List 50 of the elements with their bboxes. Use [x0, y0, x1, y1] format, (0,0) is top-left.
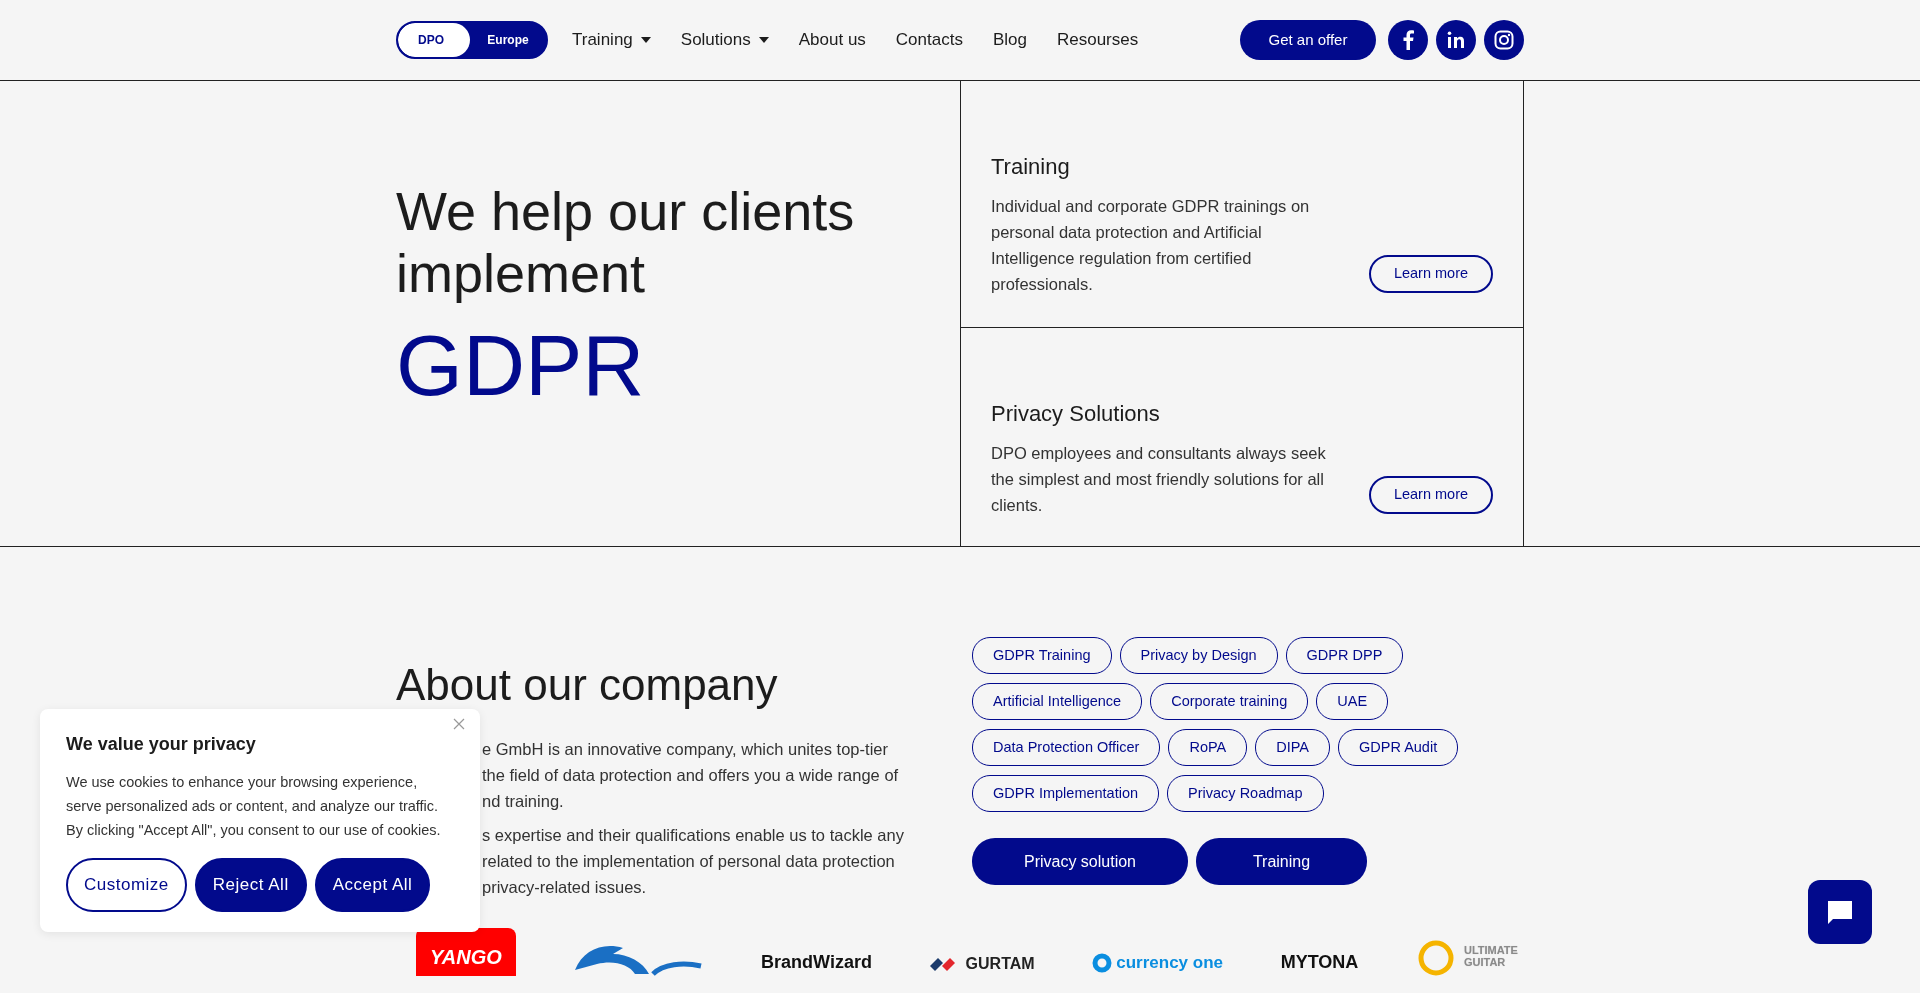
nav-link[interactable]: About us — [798, 27, 866, 53]
card-title: Training — [991, 153, 1071, 181]
hero-highlight: GDPR — [396, 321, 646, 408]
tag-link[interactable]: RoPA — [1168, 729, 1248, 766]
card-description: DPO employees and consultants always seek the simplest and most friendly solutions for all clients. — [991, 443, 1327, 516]
brand-logo: ULTIMATE GUITAR — [1415, 935, 1524, 976]
paragraph-text: e GmbH is an innovative company, which unites top-tier the field of data protection and offers you a wide range of nd training. — [482, 738, 899, 812]
tag-link[interactable]: DIPA — [1255, 729, 1330, 766]
brand-logo: BrandWizard — [761, 950, 872, 974]
consent-button[interactable]: Customize — [66, 858, 187, 912]
brand-logo: MYTONA — [1280, 950, 1359, 974]
tag-link[interactable]: GDPR Implementation — [972, 775, 1160, 812]
nav-link[interactable]: Blog — [992, 27, 1027, 53]
tag-link[interactable]: GDPR DPP — [1285, 637, 1404, 674]
nav-link[interactable]: Training — [572, 27, 651, 53]
chat-button[interactable] — [1808, 880, 1872, 944]
brand-logo: GURTAM — [929, 951, 1035, 976]
paragraph-text: s expertise and their qualifications enable us to tackle any related to the implementation of personal data protection privacy-related issues. — [482, 824, 904, 898]
instagram-icon[interactable] — [1484, 20, 1524, 60]
learn-more-button[interactable]: Learn more — [1369, 255, 1493, 293]
consent-button[interactable]: Reject All — [194, 858, 307, 912]
site-logo[interactable]: DPO Europe — [396, 21, 548, 59]
linkedin-icon[interactable] — [1436, 20, 1476, 60]
nav-link[interactable]: Contacts — [895, 27, 963, 53]
learn-more-button[interactable]: Learn more — [1369, 476, 1493, 514]
action-button[interactable]: Training — [1196, 838, 1367, 885]
banner-text: We use cookies to enhance your browsing experience, serve personalized ads or content, and analyze our traffic. By clicking "Accept All", you consent to our use of cookies. — [66, 773, 442, 840]
card-title: Privacy Solutions — [991, 400, 1161, 428]
tag-link[interactable]: GDPR Training — [972, 637, 1112, 674]
tag-link[interactable]: Data Protection Officer — [972, 729, 1161, 766]
action-button[interactable]: Privacy solution — [972, 838, 1188, 885]
facebook-icon[interactable] — [1388, 20, 1428, 60]
tag-link[interactable]: UAE — [1316, 683, 1389, 720]
tag-link[interactable]: Privacy Roadmap — [1167, 775, 1324, 812]
brand-logo: currency one — [1092, 950, 1223, 976]
card-description: Individual and corporate GDPR trainings on personal data protection and Artificial Intelligence regulation from certified professionals. — [991, 196, 1311, 295]
nav-link[interactable]: Resourses — [1056, 27, 1139, 53]
consent-button[interactable]: Accept All — [314, 858, 431, 912]
brand-logo: YANGO — [416, 927, 516, 976]
banner-title: We value your privacy — [66, 733, 257, 756]
nav-link[interactable]: Solutions — [680, 27, 769, 53]
get-offer-button[interactable]: Get an offer — [1240, 20, 1376, 60]
chat-icon — [1826, 898, 1854, 926]
tag-link[interactable]: GDPR Audit — [1338, 729, 1459, 766]
close-icon[interactable] — [452, 717, 466, 731]
hero-heading: We help our clients implement — [396, 179, 856, 304]
section-heading: About our company — [396, 659, 779, 711]
tag-link[interactable]: Corporate training — [1150, 683, 1309, 720]
tag-link[interactable]: Artificial Intelligence — [972, 683, 1143, 720]
tag-link[interactable]: Privacy by Design — [1119, 637, 1278, 674]
